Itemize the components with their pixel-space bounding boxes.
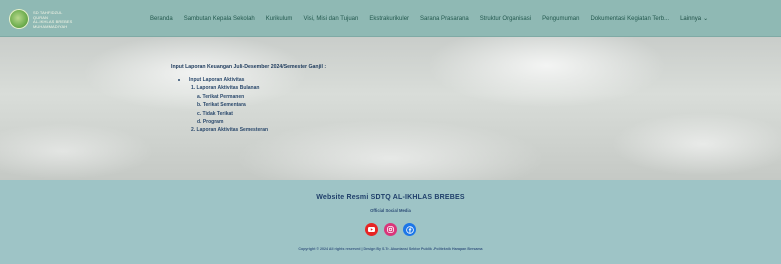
list-item-label[interactable]: Input Laporan Aktivitas: [189, 77, 244, 83]
list-item-terikat-permanen[interactable]: a. Terikat Permanen: [171, 93, 326, 101]
copyright-text: Copyright © 2024 All rights reserved | D…: [298, 247, 483, 251]
nav-visi-misi[interactable]: Visi, Misi dan Tujuan: [303, 16, 358, 22]
report-heading: Input Laporan Keuangan Juli-Desember 202…: [171, 64, 327, 70]
report-list: Input Laporan Aktivitas 1. Laporan Aktiv…: [171, 76, 326, 135]
instagram-icon[interactable]: [384, 223, 397, 236]
youtube-glyph: [368, 227, 375, 232]
main-nav: Beranda Sambutan Kepala Sekolah Kurikulu…: [150, 15, 775, 23]
footer-subtitle: Official Social Media: [370, 208, 411, 213]
list-item-bulanan[interactable]: 1. Laporan Aktivitas Bulanan: [171, 84, 326, 92]
brand-line-3: MUHAMMADIYAH: [33, 23, 68, 29]
nav-kurikulum[interactable]: Kurikulum: [266, 16, 293, 22]
nav-lainnya-label: Lainnya: [680, 16, 702, 22]
bullet-icon: [178, 79, 181, 82]
nav-struktur[interactable]: Struktur Organisasi: [480, 16, 531, 22]
site-footer: Website Resmi SDTQ AL-IKHLAS BREBES Offi…: [0, 180, 781, 264]
nav-sambutan[interactable]: Sambutan Kepala Sekolah: [184, 16, 255, 22]
nav-beranda[interactable]: Beranda: [150, 16, 173, 22]
nav-lainnya[interactable]: Lainnya ⌄: [680, 15, 708, 22]
footer-title: Website Resmi SDTQ AL-IKHLAS BREBES: [316, 194, 465, 201]
nav-pengumuman[interactable]: Pengumuman: [542, 16, 579, 22]
site-header: SD TAHFIDZUL QURAN AL-IKHLAS BREBES MUHA…: [0, 0, 781, 37]
list-item-tidak-terikat[interactable]: c. Tidak Terikat: [171, 110, 326, 118]
facebook-icon[interactable]: [403, 223, 416, 236]
chevron-down-icon: ⌄: [703, 16, 709, 22]
list-item-semesteran[interactable]: 2. Laporan Aktivitas Semesteran: [171, 126, 326, 134]
nav-ekstrakurikuler[interactable]: Ekstrakurikuler: [369, 16, 409, 22]
hero-cloud-background: [0, 37, 781, 180]
report-content: Input Laporan Keuangan Juli-Desember 202…: [171, 64, 326, 135]
nav-sarana[interactable]: Sarana Prasarana: [420, 16, 469, 22]
social-links: [0, 223, 781, 236]
school-logo[interactable]: [9, 9, 29, 29]
list-item-program[interactable]: d. Program: [171, 118, 326, 126]
nav-dokumentasi[interactable]: Dokumentasi Kegiatan Terb...: [590, 16, 669, 22]
list-item-terikat-sementara[interactable]: b. Terikat Sementara: [171, 101, 326, 109]
list-item-input-aktivitas: Input Laporan Aktivitas: [171, 76, 326, 84]
brand-text: SD TAHFIDZUL QURAN AL-IKHLAS BREBES MUHA…: [33, 10, 77, 29]
youtube-icon[interactable]: [365, 223, 378, 236]
facebook-glyph: [405, 225, 414, 234]
instagram-glyph: [387, 226, 394, 233]
